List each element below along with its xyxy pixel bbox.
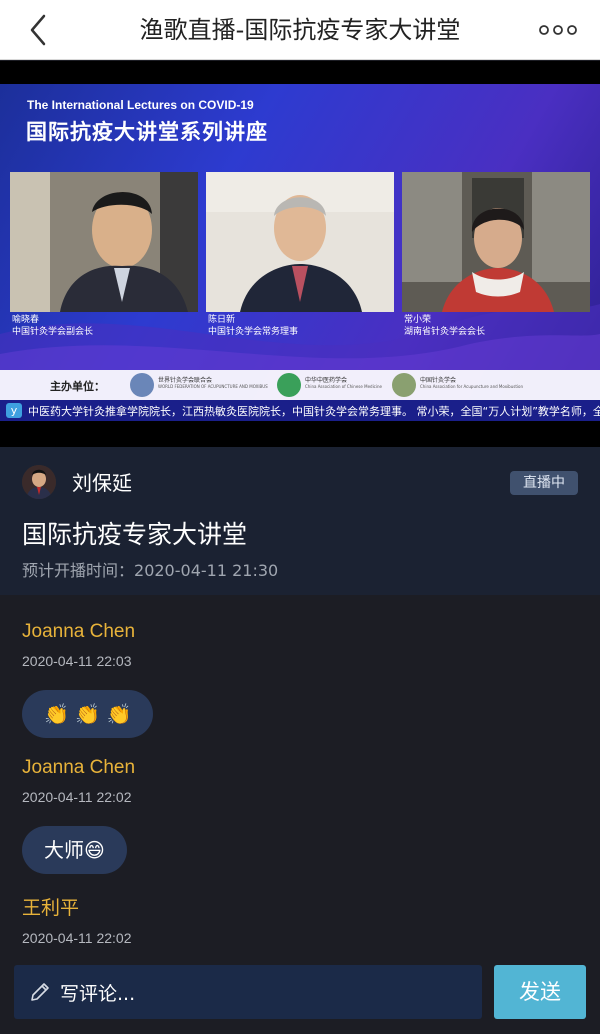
wfas-logo-icon [130,373,154,397]
comment-user[interactable]: Joanna Chen [22,621,135,643]
speaker-video-2 [206,172,394,312]
nav-bar: 渔歌直播-国际抗疫专家大讲堂 [0,0,600,60]
caam-logo-icon [392,373,416,397]
news-ticker: y 中医药大学针灸推拿学院院长，江西热敏灸医院院长，中国针灸学会常务理事。 常小… [0,400,600,421]
caccm-logo-icon [277,373,301,397]
ticker-logo-icon: y [6,403,22,418]
comment-composer: 写评论... 发送 [0,946,600,1034]
speaker-2-role: 中国针灸学会常务理事 [208,327,299,337]
organizer-2-name: 中华中医药学会 [305,377,348,384]
host-avatar-image [22,465,56,499]
comment-list[interactable]: Joanna Chen 2020-04-11 22:03 👏 👏 👏 Joann… [0,603,600,946]
host-name[interactable]: 刘保延 [72,467,132,496]
speaker-2-name: 陈日新 [208,315,236,325]
schedule-time: 2020-04-11 21:30 [134,561,279,580]
video-player[interactable]: The International Lectures on COVID-19 国… [0,61,600,447]
comment-input[interactable]: 写评论... [14,965,482,1019]
organizer-3-sub: China Association for Acupuncture and Mo… [420,384,523,389]
organizers-label: 主办单位： [50,380,105,393]
organizer-3-name: 中国针灸学会 [420,377,457,384]
comment-bubble: 👏 👏 👏 [22,690,154,738]
organizer-1-sub: WORLD FEDERATION OF ACUPUNCTURE AND MOXI… [158,384,268,389]
comment-time: 2020-04-11 22:03 [22,653,132,669]
video-title-cn: 国际抗疫大讲堂系列讲座 [26,120,268,144]
speaker-1-name: 喻晓春 [12,315,40,325]
comment-time: 2020-04-11 22:02 [22,789,132,805]
speaker-3-role: 湖南省针灸学会会长 [404,327,486,337]
status-badge: 直播中 [510,471,578,495]
lecture-title: 国际抗疫专家大讲堂 [22,520,248,549]
avatar[interactable] [22,465,56,499]
speaker-1-role: 中国针灸学会副会长 [12,327,94,337]
comment-time: 2020-04-11 22:02 [22,930,132,946]
comment-user[interactable]: Joanna Chen [22,757,135,779]
send-button[interactable]: 发送 [494,965,586,1019]
list-item: 王利平 2020-04-11 22:02 [22,893,132,946]
speaker-3-image [402,172,590,312]
page-title: 渔歌直播-国际抗疫专家大讲堂 [139,16,461,44]
comment-placeholder: 写评论... [60,983,136,1005]
comment-user[interactable]: 王利平 [22,893,132,920]
more-dots-icon[interactable] [538,18,578,42]
ticker-text: 中医药大学针灸推拿学院院长，江西热敏灸医院院长，中国针灸学会常务理事。 常小荣，… [28,405,600,418]
speaker-2-image [206,172,394,312]
speaker-1-caption: 喻晓春 中国针灸学会副会长 [12,314,93,338]
organizer-1-name: 世界针灸学会联合会 [158,377,213,384]
video-title-en: The International Lectures on COVID-19 [27,98,254,112]
video-frame[interactable]: The International Lectures on COVID-19 国… [0,84,600,421]
list-item: Joanna Chen 2020-04-11 22:02 [22,757,135,805]
list-item: Joanna Chen 2020-04-11 22:03 [22,621,135,669]
pencil-icon [31,983,49,1001]
speaker-3-name: 常小荣 [404,315,432,325]
comment-bubble: 大师😄 [22,826,127,874]
live-info-panel: 刘保延 直播中 国际抗疫专家大讲堂 预计开播时间：2020-04-11 21:3… [0,447,600,595]
speaker-3-caption: 常小荣 湖南省针灸学会会长 [404,314,485,338]
speaker-1-image [10,172,198,312]
speaker-2-caption: 陈日新 中国针灸学会常务理事 [208,314,298,338]
chevron-left-icon[interactable] [20,10,60,50]
speaker-video-3 [402,172,590,312]
schedule: 预计开播时间：2020-04-11 21:30 [22,557,278,581]
organizers-bar: 主办单位： 世界针灸学会联合会 WORLD FEDERATION OF ACUP… [0,370,600,400]
speaker-video-1 [10,172,198,312]
schedule-label: 预计开播时间： [22,561,135,580]
live-stream-page: 渔歌直播-国际抗疫专家大讲堂 The International Lecture… [0,0,600,1034]
